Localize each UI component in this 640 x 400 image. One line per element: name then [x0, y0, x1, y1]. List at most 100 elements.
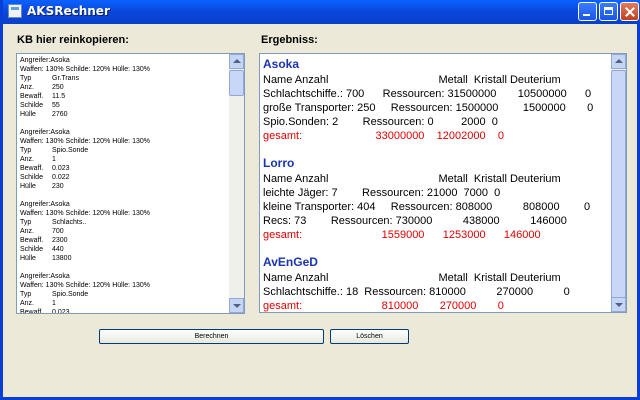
unit-key: Bewaff.	[20, 165, 44, 172]
unit-key: Anz.	[20, 300, 35, 307]
result-line: Schlachtschiffe.: 700 Ressourcen: 315000…	[263, 88, 592, 100]
input-block: Angreifer:Asoka Waffen: 130% Schilde: 120…	[20, 272, 230, 314]
scroll-up-arrow-icon[interactable]	[611, 54, 626, 69]
scroll-down-arrow-icon[interactable]	[229, 298, 244, 313]
unit-row: Bewaff. 0.023	[20, 164, 230, 173]
window-title: AKSRechner	[27, 4, 110, 18]
unit-row: Anz. 1	[20, 299, 230, 308]
input-block: Angreifer:Asoka Waffen: 130% Schilde: 120…	[20, 200, 230, 263]
tech-line: Waffen: 130% Schilde: 120% Hülle: 130%	[20, 210, 150, 217]
unit-value: 0.023	[52, 309, 70, 314]
total-label: gesamt:	[263, 229, 303, 241]
result-total: gesamt: 810000 270000 0	[263, 299, 613, 312]
attacker-line: Angreifer:Asoka	[20, 57, 70, 64]
player-name: Asoka	[263, 57, 300, 71]
total-label: gesamt:	[263, 130, 303, 142]
input-scrollbar[interactable]	[229, 54, 244, 313]
result-header: Name Anzahl Metall Kristall Deuterium	[263, 272, 561, 284]
result-content: Asoka Name Anzahl Metall Kristall Deuteri…	[263, 56, 613, 312]
unit-value: 250	[52, 84, 64, 91]
unit-key: Hülle	[20, 255, 36, 262]
input-scroll-thumb[interactable]	[229, 70, 244, 96]
unit-row: Schilde 0.022	[20, 173, 230, 182]
result-header: Name Anzahl Metall Kristall Deuterium	[263, 74, 561, 86]
unit-value: 0.023	[52, 165, 70, 172]
unit-row: Hülle 2760	[20, 110, 230, 119]
tech-line: Waffen: 130% Schilde: 120% Hülle: 130%	[20, 282, 150, 289]
unit-value: 230	[52, 183, 64, 190]
unit-key: Typ	[20, 147, 32, 154]
unit-key: Bewaff.	[20, 237, 44, 244]
unit-key: Anz.	[20, 228, 35, 235]
unit-value: 1	[52, 156, 56, 163]
unit-row: Typ Schlachts..	[20, 218, 230, 227]
unit-key: Anz.	[20, 84, 35, 91]
unit-value: 2760	[52, 111, 68, 118]
maximize-button[interactable]	[599, 2, 618, 21]
output-label: Ergebniss:	[261, 34, 318, 46]
result-line: leichte Jäger: 7 Ressourcen: 21000 7000 …	[263, 187, 501, 199]
unit-value: 13800	[52, 255, 72, 262]
unit-value: 1	[52, 300, 56, 307]
unit-key: Typ	[20, 291, 32, 298]
unit-value: 440	[52, 246, 64, 253]
unit-row: Bewaff. 0.023	[20, 308, 230, 314]
unit-value: Schlachts..	[52, 219, 87, 226]
input-block: Angreifer:Asoka Waffen: 130% Schilde: 120…	[20, 56, 230, 119]
player-name: Lorro	[263, 156, 295, 170]
unit-row: Anz. 1	[20, 155, 230, 164]
unit-value: Spio.Sonde	[52, 147, 89, 154]
result-header: Name Anzahl Metall Kristall Deuterium	[263, 173, 561, 185]
report-input-textarea[interactable]: Angreifer:Asoka Waffen: 130% Schilde: 120…	[16, 53, 245, 314]
result-line: Recs: 73 Ressourcen: 730000 438000 14600…	[263, 215, 567, 227]
unit-value: 0.022	[52, 174, 70, 181]
unit-key: Bewaff.	[20, 93, 44, 100]
unit-row: Typ Spio.Sonde	[20, 146, 230, 155]
total-values: 1559000 1253000 146000	[302, 229, 541, 241]
report-input-content: Angreifer:Asoka Waffen: 130% Schilde: 120…	[20, 56, 230, 314]
title-bar[interactable]: AKSRechner	[3, 0, 640, 24]
scroll-up-arrow-icon[interactable]	[229, 54, 244, 69]
app-icon	[8, 4, 22, 18]
unit-key: Hülle	[20, 111, 36, 118]
total-label: gesamt:	[263, 300, 303, 312]
unit-row: Hülle 13800	[20, 254, 230, 263]
result-separator	[263, 242, 613, 254]
unit-row: Anz. 700	[20, 227, 230, 236]
unit-value: Spio.Sonde	[52, 291, 89, 298]
total-values: 810000 270000 0	[302, 300, 504, 312]
unit-value: Gr.Trans	[52, 75, 79, 82]
attacker-line: Angreifer:Asoka	[20, 273, 70, 280]
unit-key: Hülle	[20, 183, 36, 190]
unit-row: Bewaff. 2300	[20, 236, 230, 245]
main-window: AKSRechner KB hier reinkopieren: Ergebni…	[0, 0, 640, 400]
unit-key: Anz.	[20, 156, 35, 163]
unit-row: Bewaff. 11.5	[20, 92, 230, 101]
unit-value: 700	[52, 228, 64, 235]
unit-value: 11.5	[52, 93, 66, 100]
unit-row: Anz. 250	[20, 83, 230, 92]
unit-key: Typ	[20, 219, 32, 226]
unit-row: Schilde 440	[20, 245, 230, 254]
clear-button[interactable]: Löschen	[330, 329, 409, 344]
scroll-down-arrow-icon[interactable]	[611, 297, 626, 312]
input-block: Angreifer:Asoka Waffen: 130% Schilde: 120…	[20, 128, 230, 191]
attacker-line: Angreifer:Asoka	[20, 201, 70, 208]
result-line: Schlachtschiffe.: 18 Ressourcen: 810000 …	[263, 286, 570, 298]
tech-line: Waffen: 130% Schilde: 120% Hülle: 130%	[20, 138, 150, 145]
result-line: große Transporter: 250 Ressourcen: 15000…	[263, 102, 594, 114]
input-label: KB hier reinkopieren:	[17, 34, 129, 46]
player-name: AvEnGeD	[263, 255, 318, 269]
unit-key: Schilde	[20, 174, 43, 181]
minimize-button[interactable]	[578, 2, 597, 21]
unit-key: Schilde	[20, 102, 43, 109]
result-separator	[263, 143, 613, 155]
result-output-box[interactable]: Asoka Name Anzahl Metall Kristall Deuteri…	[259, 53, 627, 313]
output-scroll-thumb[interactable]	[611, 70, 626, 298]
result-line: Spio.Sonden: 2 Ressourcen: 0 2000 0	[263, 116, 498, 128]
calculate-button[interactable]: Berechnen	[99, 329, 324, 344]
output-scrollbar[interactable]	[611, 54, 626, 312]
unit-value: 55	[52, 102, 60, 109]
close-button[interactable]	[620, 2, 639, 21]
unit-row: Typ Gr.Trans	[20, 74, 230, 83]
